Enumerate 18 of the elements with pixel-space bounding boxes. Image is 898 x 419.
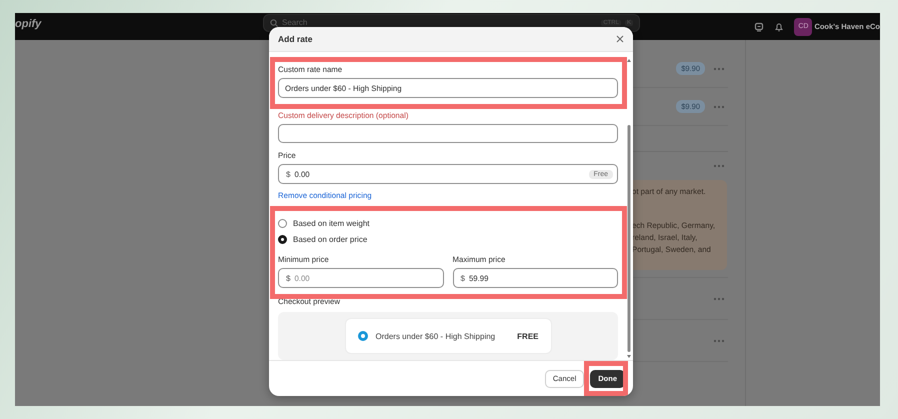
more-actions-icon[interactable] xyxy=(713,338,725,342)
more-actions-icon[interactable] xyxy=(713,66,725,70)
close-icon[interactable] xyxy=(616,35,624,43)
notification-bell-icon[interactable] xyxy=(774,22,784,32)
scrollbar[interactable] xyxy=(626,57,632,360)
radio-button[interactable] xyxy=(278,234,287,244)
radio-option[interactable]: Based on item weight xyxy=(278,215,618,231)
shipping-price: FREE xyxy=(517,332,538,340)
search-icon xyxy=(270,18,278,26)
dialog-title: Add rate xyxy=(278,34,312,44)
more-actions-icon[interactable] xyxy=(713,164,725,168)
more-actions-icon[interactable] xyxy=(713,104,725,108)
brand-name: opify xyxy=(15,18,42,32)
radio-option[interactable]: Based on order price xyxy=(278,231,618,247)
radio-button[interactable] xyxy=(278,218,287,228)
shipping-option-name: Orders under $60 - High Shipping xyxy=(376,332,496,340)
description-field[interactable] xyxy=(278,124,618,143)
more-actions-icon[interactable] xyxy=(713,296,725,300)
